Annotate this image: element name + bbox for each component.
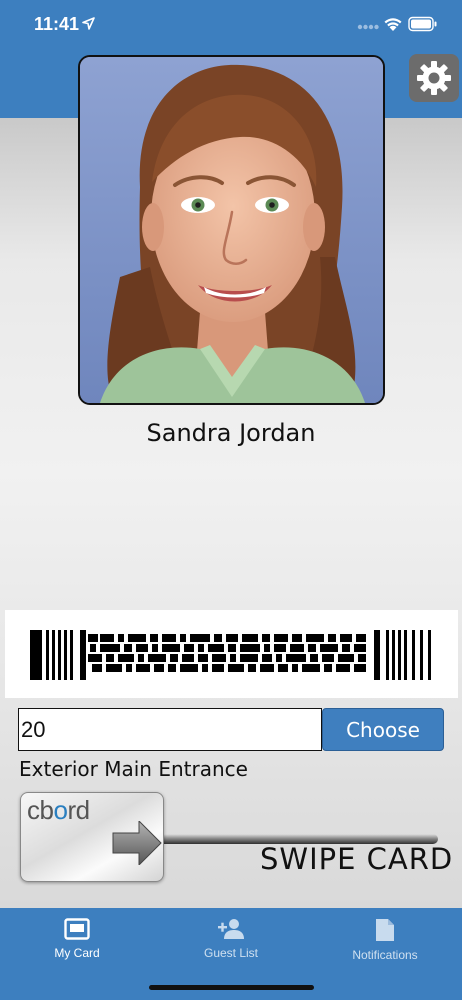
add-person-icon: [218, 919, 244, 939]
barcode-panel: [5, 610, 458, 698]
tab-notifications[interactable]: Notifications: [308, 908, 462, 978]
settings-button[interactable]: [409, 54, 459, 102]
door-number-value: 20: [21, 716, 46, 742]
cardholder-name: Sandra Jordan: [146, 419, 316, 447]
tab-guest-list[interactable]: Guest List: [154, 908, 308, 978]
status-bar: 11:41: [0, 0, 462, 50]
battery-icon: [408, 16, 437, 32]
pdf417-barcode-image: [30, 630, 431, 680]
status-time: 11:41: [34, 14, 80, 34]
location-arrow-icon: [82, 17, 95, 30]
profile-photo: [78, 55, 385, 405]
document-icon: [376, 919, 394, 941]
tab-label: Notifications: [352, 948, 418, 962]
gear-icon: [417, 61, 451, 95]
tab-label: Guest List: [203, 946, 259, 960]
right-arrow-icon: [112, 821, 162, 865]
tab-my-card[interactable]: My Card: [0, 908, 154, 978]
person-portrait-image: [80, 57, 383, 403]
swipe-card-handle[interactable]: cbord: [20, 792, 164, 882]
cbord-logo: cbord: [27, 795, 90, 825]
choose-button[interactable]: Choose: [322, 708, 444, 751]
tab-label: My Card: [54, 946, 100, 960]
card-icon: [64, 918, 90, 940]
cellular-signal-icon: [357, 24, 379, 30]
swipe-card-label: SWIPE CARD: [260, 842, 454, 876]
wifi-icon: [384, 18, 402, 31]
door-number-field[interactable]: 20: [18, 708, 322, 751]
door-location-label: Exterior Main Entrance: [19, 757, 248, 781]
home-indicator: [149, 985, 314, 990]
